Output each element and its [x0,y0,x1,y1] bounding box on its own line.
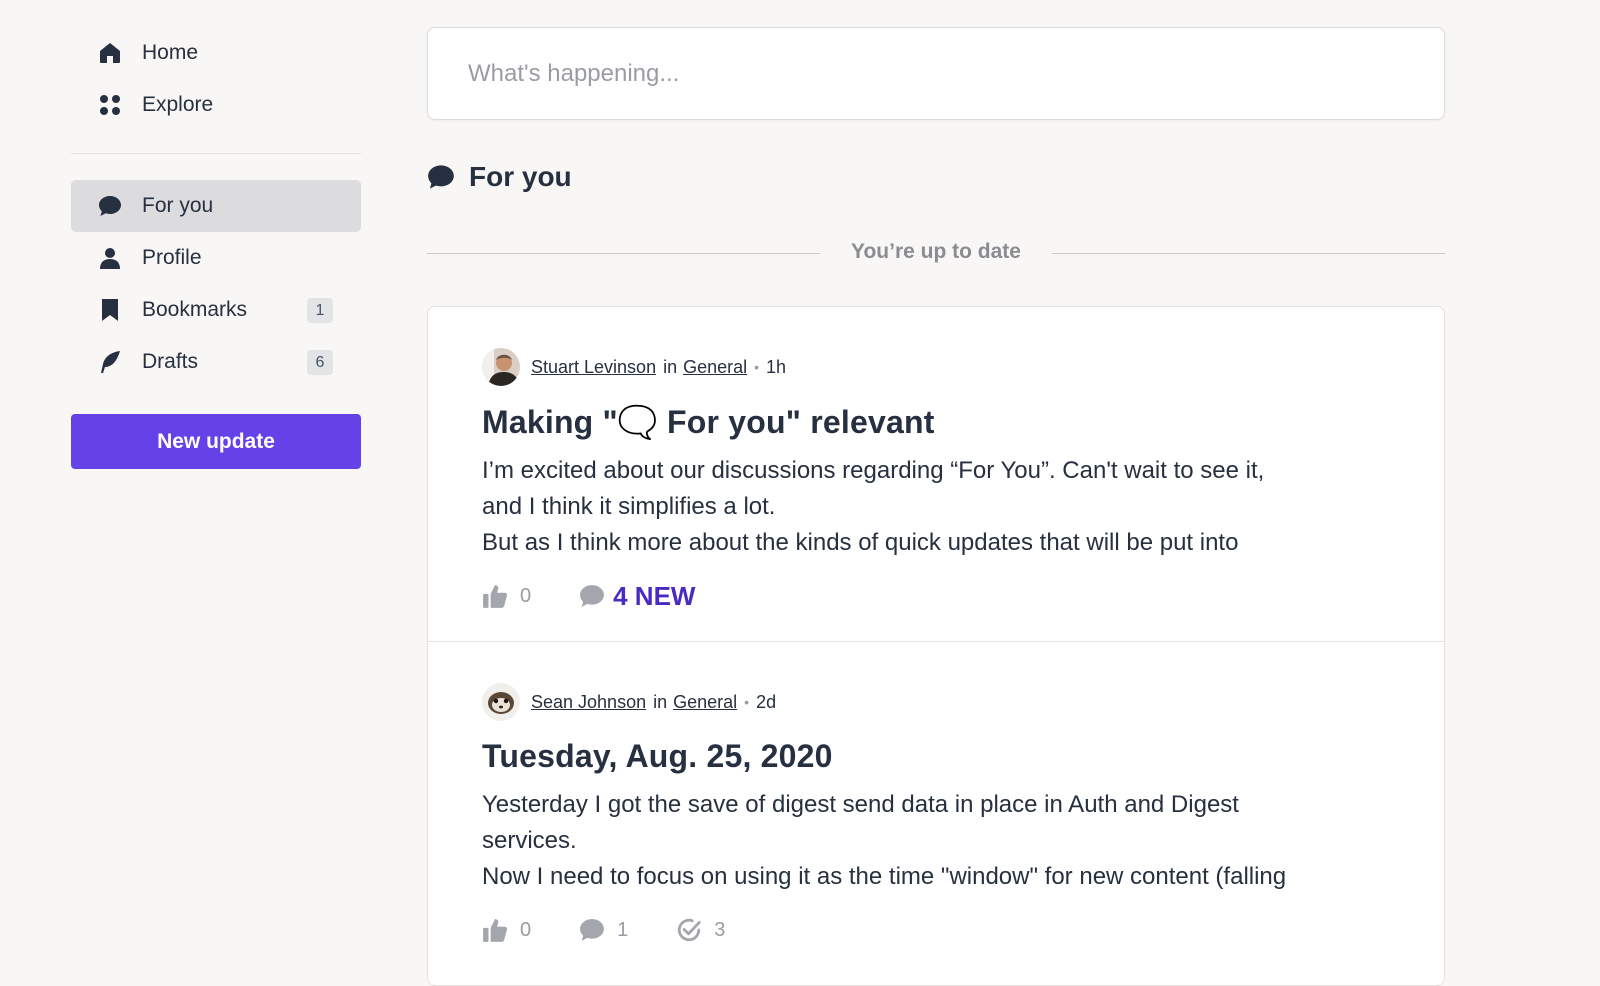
like-count: 0 [520,584,532,607]
post-card[interactable]: Sean Johnson in General • 2d Tuesday, Au… [428,641,1444,975]
feed-title: For you [427,161,572,193]
sidebar: Home Explore For you Profile Bookmarks 1… [71,27,361,469]
post-in-label: in [663,356,678,377]
post-time: 1h [766,356,787,377]
post-group-link[interactable]: General [683,357,747,378]
bookmark-icon [97,297,123,323]
sidebar-item-label: Home [142,41,199,64]
meta-separator: • [754,359,760,375]
person-icon [97,245,123,271]
like-button[interactable]: 0 [482,583,531,609]
composer [427,27,1445,120]
sidebar-item-drafts[interactable]: Drafts 6 [71,336,361,388]
sidebar-item-explore[interactable]: Explore [71,79,361,131]
comment-icon [579,917,605,943]
post-author-link[interactable]: Stuart Levinson [531,357,656,378]
post-body-line: services. [482,827,577,854]
quill-icon [97,349,123,375]
post-author-link[interactable]: Sean Johnson [531,692,646,713]
meta-separator: • [744,694,750,710]
post-title[interactable]: Tuesday, Aug. 25, 2020 [482,738,1390,775]
post-meta: Stuart Levinson in General • 1h [482,347,1390,387]
post-title[interactable]: Making "🗨️ For you" relevant [482,403,1390,441]
seen-button[interactable]: 3 [676,917,725,943]
sidebar-item-for-you[interactable]: For you [71,180,361,232]
comment-icon [579,583,605,609]
sidebar-item-profile[interactable]: Profile [71,232,361,284]
feed-title-label: For you [469,161,572,192]
post-body: I’m excited about our discussions regard… [482,453,1392,561]
post-body-line: Yesterday I got the save of digest send … [482,791,1239,818]
up-to-date-divider: You’re up to date [427,238,1445,268]
post-body-line: I’m excited about our discussions regard… [482,457,1265,484]
sidebar-item-label: For you [142,194,214,217]
post-body: Yesterday I got the save of digest send … [482,787,1392,895]
like-count: 0 [520,918,532,941]
avatar[interactable] [482,683,520,721]
avatar[interactable] [482,348,520,386]
seen-count: 3 [714,918,726,941]
post-time: 2d [756,691,777,712]
sidebar-divider [71,153,361,154]
explore-grid-icon [97,92,123,118]
post-group-link[interactable]: General [673,692,737,713]
up-to-date-text: You’re up to date [851,240,1021,263]
post-card[interactable]: Stuart Levinson in General • 1h Making "… [428,307,1444,641]
drafts-count-badge: 6 [307,350,333,375]
sidebar-item-label: Explore [142,93,214,116]
post-body-line: Now I need to focus on using it as the t… [482,863,1287,890]
sidebar-item-label: Profile [142,246,202,269]
thumbs-up-icon [482,917,508,943]
sidebar-item-home[interactable]: Home [71,27,361,79]
home-icon [97,40,123,66]
new-comments-count: 4 NEW [613,580,696,611]
feed-list: Stuart Levinson in General • 1h Making "… [427,306,1445,986]
comments-button[interactable]: 4 NEW [579,581,695,612]
speech-bubble-icon [427,163,455,191]
post-actions: 0 1 3 [482,912,1390,948]
post-body-line: But as I think more about the kinds of q… [482,529,1239,556]
sidebar-item-label: Bookmarks [142,298,248,321]
post-in-label: in [653,691,668,712]
divider-line-right [1052,253,1445,254]
new-update-button[interactable]: New update [71,414,361,469]
sidebar-item-bookmarks[interactable]: Bookmarks 1 [71,284,361,336]
thumbs-up-icon [482,583,508,609]
post-body-line: and I think it simplifies a lot. [482,493,776,520]
bookmarks-count-badge: 1 [307,298,333,323]
check-circle-icon [676,917,702,943]
comments-button[interactable]: 1 [579,917,628,943]
comment-count: 1 [617,918,629,941]
post-meta: Sean Johnson in General • 2d [482,682,1390,722]
speech-bubble-icon [97,193,123,219]
post-actions: 0 4 NEW [482,578,1390,614]
whats-happening-input[interactable] [428,28,1444,119]
sidebar-item-label: Drafts [142,350,199,373]
like-button[interactable]: 0 [482,917,531,943]
